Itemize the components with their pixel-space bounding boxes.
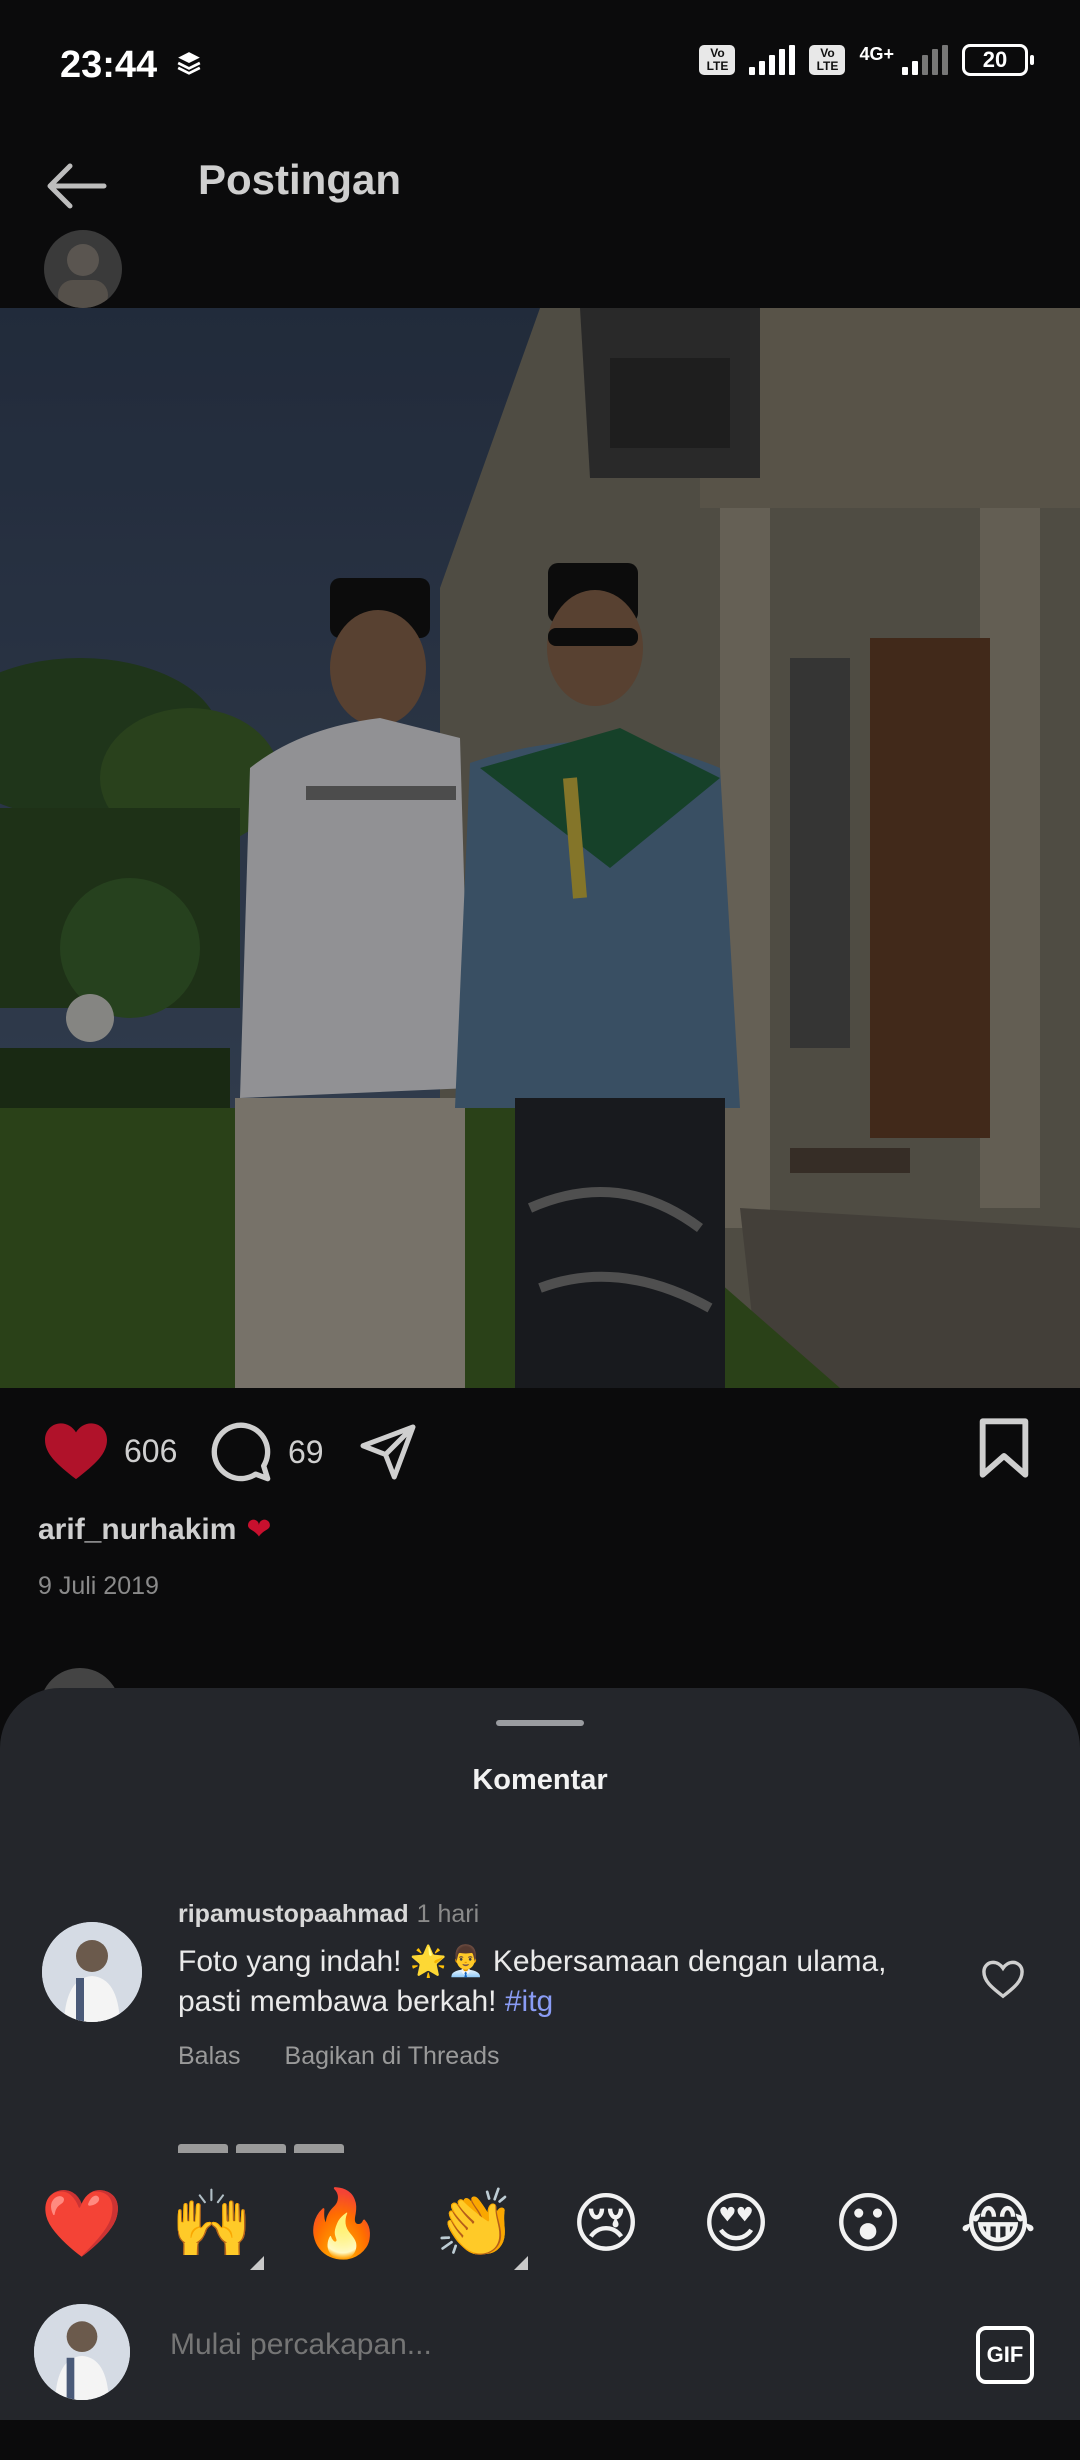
page-title: Postingan (198, 156, 402, 203)
sheet-title: Komentar (472, 1764, 608, 1796)
reaction-laughing[interactable]: 😂 (952, 2178, 1044, 2270)
comment-username[interactable]: ripamustopaahmad (178, 1900, 409, 1928)
comment-author[interactable]: ripamustopaahmad 1 hari (178, 1900, 479, 1929)
share-button[interactable] (356, 1422, 420, 1482)
heart-filled-icon (45, 1423, 107, 1480)
photo-illustration (0, 308, 1080, 1388)
comment-actions: Balas Bagikan di Threads (178, 2042, 544, 2071)
back-button[interactable] (40, 150, 112, 222)
reaction-clap[interactable]: 👏 (430, 2178, 528, 2270)
bookmark-icon (979, 1418, 1029, 1478)
system-nav-bar (0, 2420, 1080, 2460)
like-button[interactable]: 606 (42, 1420, 177, 1482)
layers-icon (177, 52, 201, 75)
post-photo[interactable] (0, 308, 1080, 1388)
send-icon (360, 1424, 416, 1480)
heart-outline-icon (982, 1960, 1024, 1999)
save-button[interactable] (976, 1416, 1032, 1480)
status-bar: 23:44 Vo LTE Vo LTE 4G+ 20 (0, 0, 1080, 130)
like-count: 606 (124, 1432, 178, 1469)
comment-time: 1 hari (416, 1900, 480, 1928)
arrow-left-icon (47, 163, 107, 209)
quick-reaction-bar: ❤️ 🙌 🔥 👏 😢 😍 😮 😂 (0, 2178, 1080, 2278)
volte-badge-1: Vo LTE (699, 45, 736, 75)
comment-item: ripamustopaahmad 1 hari Foto yang indah! … (0, 1900, 1080, 2080)
reaction-raised-hands[interactable]: 🙌 (166, 2178, 264, 2270)
reply-button[interactable]: Balas (178, 2042, 241, 2070)
comment-text: Foto yang indah! 🌟👨‍💼 Kebersamaan dengan… (178, 1942, 938, 2022)
app-header: Postingan (0, 130, 1080, 310)
comment-like-button[interactable] (980, 1958, 1030, 2008)
commenter-avatar[interactable] (42, 1922, 142, 2022)
author-avatar[interactable] (44, 230, 122, 308)
caption-username[interactable]: arif_nurhakim (38, 1513, 236, 1546)
comment-hashtag[interactable]: #itg (505, 1985, 553, 2018)
volte-badge-2: Vo LTE (809, 45, 846, 75)
gif-button[interactable]: GIF (976, 2326, 1034, 2384)
status-indicators: Vo LTE Vo LTE 4G+ 20 (699, 44, 1034, 76)
caption-heart-emoji: ❤ (246, 1513, 272, 1546)
signal-2-icon (902, 45, 948, 75)
reaction-crying[interactable]: 😢 (560, 2178, 652, 2270)
clock: 23:44 (60, 44, 158, 86)
comments-sheet: Komentar ripamustopaahmad 1 hari Foto yan… (0, 1688, 1080, 2460)
post-actions: 606 69 (0, 1410, 1080, 1510)
signal-1-icon (749, 45, 796, 75)
battery-indicator: 20 (962, 44, 1034, 76)
reaction-fire[interactable]: 🔥 (296, 2178, 388, 2270)
reaction-surprised[interactable]: 😮 (822, 2178, 914, 2270)
reaction-heart-eyes[interactable]: 😍 (690, 2178, 782, 2270)
reaction-heart[interactable]: ❤️ (36, 2178, 128, 2270)
post-caption: arif_nurhakim ❤ (38, 1512, 272, 1547)
current-user-avatar (34, 2304, 130, 2400)
comment-composer: GIF (0, 2288, 1080, 2408)
next-comment-peek (178, 2143, 428, 2153)
comment-bubble-icon (211, 1422, 271, 1482)
share-to-threads-button[interactable]: Bagikan di Threads (285, 2042, 500, 2070)
network-type: 4G+ (859, 44, 894, 64)
comment-button[interactable]: 69 (208, 1420, 324, 1484)
comment-count: 69 (288, 1433, 324, 1470)
sheet-drag-handle[interactable] (496, 1720, 584, 1726)
post-date: 9 Juli 2019 (38, 1572, 159, 1600)
comment-input[interactable] (170, 2328, 870, 2362)
